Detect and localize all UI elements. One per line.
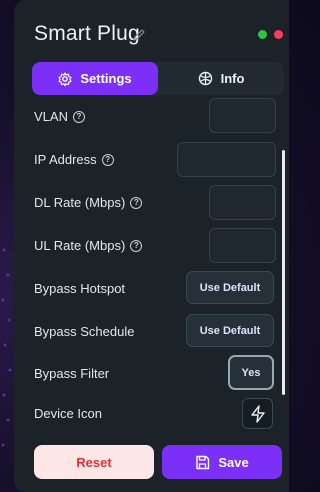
panel-footer: Reset Save [14, 434, 289, 492]
row-device-icon: Device Icon [14, 398, 289, 430]
tab-info[interactable]: Info [158, 62, 284, 95]
scrollbar[interactable] [282, 150, 285, 395]
device-icon-label: Device Icon [34, 406, 102, 421]
tab-settings-label: Settings [80, 71, 132, 86]
ip-address-label: IP Address [34, 152, 97, 167]
info-icon [198, 71, 212, 86]
row-bypass-hotspot: Bypass Hotspot Use Default [14, 271, 289, 313]
row-ul-rate: UL Rate (Mbps) ? [14, 228, 289, 270]
help-icon[interactable]: ? [72, 110, 85, 123]
row-ip-address: IP Address ? [14, 142, 289, 184]
pencil-icon[interactable] [132, 28, 146, 42]
device-icon-button[interactable] [242, 398, 273, 429]
save-icon [196, 455, 210, 469]
bypass-schedule-label: Bypass Schedule [34, 324, 135, 339]
gear-icon [58, 71, 72, 86]
row-bypass-filter: Bypass Filter Yes [14, 355, 289, 397]
vlan-label: VLAN [34, 109, 68, 124]
ul-rate-input[interactable] [209, 228, 276, 263]
reset-button[interactable]: Reset [34, 445, 154, 479]
ul-rate-label: UL Rate (Mbps) [34, 238, 126, 253]
bypass-hotspot-select[interactable]: Use Default [186, 271, 274, 304]
save-label: Save [218, 454, 249, 470]
close-circle-icon[interactable] [274, 30, 283, 39]
settings-list[interactable]: VLAN ? IP Address ? DL Rate (Mbps) ? UL … [14, 98, 289, 430]
device-title: Smart Plug [34, 22, 140, 45]
bypass-schedule-select[interactable]: Use Default [186, 314, 274, 347]
bypass-filter-select[interactable]: Yes [228, 355, 274, 390]
check-circle-icon[interactable] [258, 30, 267, 39]
row-bypass-schedule: Bypass Schedule Use Default [14, 314, 289, 356]
row-vlan: VLAN ? [14, 98, 289, 140]
dl-rate-label: DL Rate (Mbps) [34, 195, 126, 210]
tab-settings[interactable]: Settings [32, 62, 158, 95]
tab-info-label: Info [220, 71, 245, 86]
bypass-hotspot-label: Bypass Hotspot [34, 281, 126, 296]
ip-address-input[interactable] [177, 142, 276, 177]
device-panel: Smart Plug Settings Info VLAN ? IP Addre… [14, 0, 289, 492]
panel-header: Smart Plug [14, 0, 289, 60]
vlan-input[interactable] [209, 98, 276, 133]
bypass-filter-label: Bypass Filter [34, 366, 110, 381]
help-icon[interactable]: ? [101, 153, 114, 166]
lightning-icon [250, 404, 265, 423]
tab-bar: Settings Info [32, 62, 284, 95]
save-button[interactable]: Save [162, 445, 282, 479]
dl-rate-input[interactable] [209, 185, 276, 220]
help-icon[interactable]: ? [130, 196, 143, 209]
help-icon[interactable]: ? [130, 239, 143, 252]
row-dl-rate: DL Rate (Mbps) ? [14, 185, 289, 227]
